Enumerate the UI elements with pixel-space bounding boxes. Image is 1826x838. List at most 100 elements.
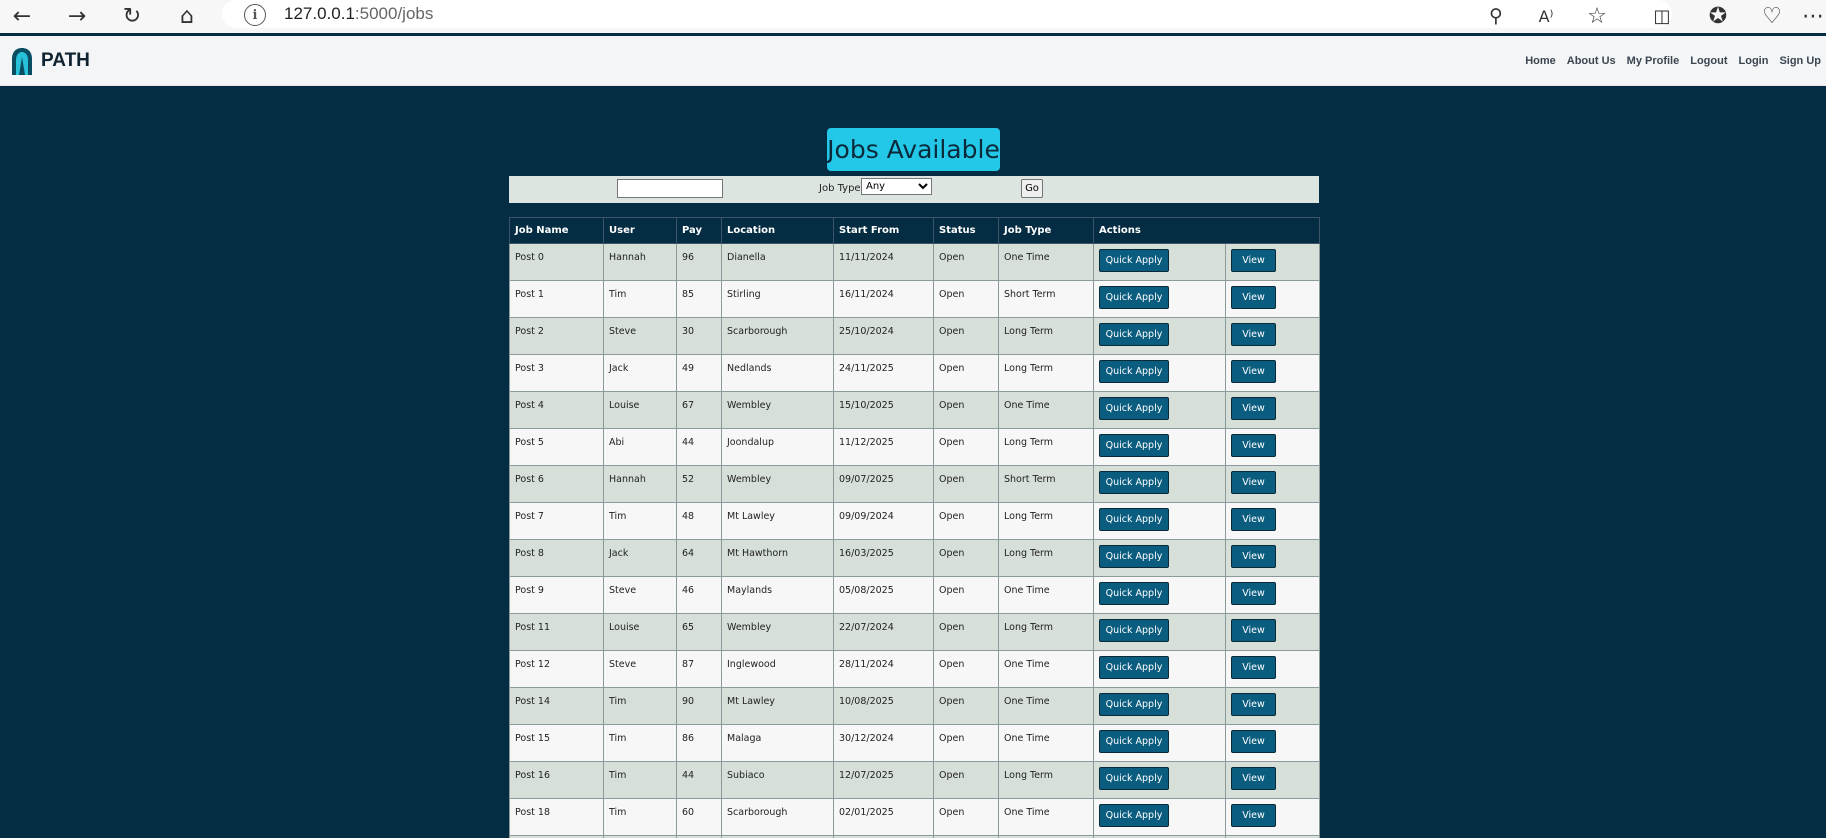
job-type-select[interactable]: Any — [861, 178, 932, 195]
cell-pay: 64 — [676, 539, 722, 577]
quick-apply-button[interactable]: Quick Apply — [1099, 582, 1169, 605]
quick-apply-button[interactable]: Quick Apply — [1099, 545, 1169, 568]
view-button[interactable]: View — [1231, 693, 1276, 716]
back-icon[interactable]: ← — [8, 2, 36, 30]
view-button[interactable]: View — [1231, 397, 1276, 420]
view-button[interactable]: View — [1231, 730, 1276, 753]
view-button[interactable]: View — [1231, 804, 1276, 827]
view-button[interactable]: View — [1231, 767, 1276, 790]
nav-login-link[interactable]: Login — [1739, 55, 1769, 67]
cell-job-type: Long Term — [998, 539, 1094, 577]
cell-view: View — [1224, 354, 1321, 392]
forward-icon[interactable]: → — [63, 2, 91, 30]
cell-location: Wembley — [721, 465, 834, 503]
cell-user: Hannah — [603, 243, 677, 281]
cell-location: Wembley — [721, 613, 834, 651]
cell-location: Maylands — [721, 576, 834, 614]
cell-view: View — [1224, 761, 1321, 799]
address-bar[interactable] — [222, 0, 1672, 28]
view-button[interactable]: View — [1231, 656, 1276, 679]
favorite-star-icon[interactable]: ☆ — [1583, 2, 1611, 30]
cell-location: Mt Lawley — [721, 502, 834, 540]
cell-status: Open — [933, 354, 999, 392]
cell-location: Nedlands — [721, 354, 834, 392]
home-icon[interactable]: ⌂ — [173, 2, 201, 30]
split-screen-icon[interactable]: ◫ — [1648, 2, 1676, 30]
nav-logout-link[interactable]: Logout — [1690, 55, 1727, 67]
quick-apply-button[interactable]: Quick Apply — [1099, 286, 1169, 309]
quick-apply-button[interactable]: Quick Apply — [1099, 619, 1169, 642]
view-button[interactable]: View — [1231, 249, 1276, 272]
quick-apply-button[interactable]: Quick Apply — [1099, 804, 1169, 827]
quick-apply-button[interactable]: Quick Apply — [1099, 397, 1169, 420]
cell-job-type: One Time — [998, 243, 1094, 281]
cell-job-type: Short Term — [998, 465, 1094, 503]
cell-user: Tim — [603, 280, 677, 318]
quick-apply-button[interactable]: Quick Apply — [1099, 730, 1169, 753]
brand-name[interactable]: PATH — [41, 50, 90, 72]
table-row: Post 7 Tim 48 Mt Lawley 09/09/2024 Open Long T… — [509, 502, 1321, 540]
cell-status: Open — [933, 317, 999, 355]
cell-location: Subiaco — [721, 761, 834, 799]
nav-profile-link[interactable]: My Profile — [1627, 55, 1680, 67]
search-input[interactable] — [617, 179, 723, 198]
jobs-table: Job Name User Pay Location Start From St… — [509, 217, 1321, 838]
quick-apply-button[interactable]: Quick Apply — [1099, 360, 1169, 383]
view-button[interactable]: View — [1231, 545, 1276, 568]
cell-user: Hannah — [603, 465, 677, 503]
cell-location: Inglewood — [721, 650, 834, 688]
more-menu-icon[interactable]: ⋯ — [1802, 2, 1824, 30]
view-button[interactable]: View — [1231, 323, 1276, 346]
view-button[interactable]: View — [1231, 286, 1276, 309]
cell-job-type: Short Term — [998, 280, 1094, 318]
url-text[interactable]: 127.0.0.1:5000/jobs — [284, 4, 433, 24]
cell-location: Malaga — [721, 724, 834, 762]
nav-about-link[interactable]: About Us — [1567, 55, 1616, 67]
site-info-icon[interactable]: i — [244, 4, 266, 26]
cell-job-type: One Time — [998, 798, 1094, 836]
favorites-icon[interactable]: ✪ — [1704, 2, 1732, 30]
cell-status: Open — [933, 687, 999, 725]
cell-location: Scarborough — [721, 798, 834, 836]
nav-home-link[interactable]: Home — [1525, 55, 1556, 67]
header-user: User — [603, 217, 677, 244]
cell-status: Open — [933, 539, 999, 577]
cell-start-from: 16/03/2025 — [833, 539, 934, 577]
view-button[interactable]: View — [1231, 434, 1276, 457]
quick-apply-button[interactable]: Quick Apply — [1099, 693, 1169, 716]
header-status: Status — [933, 217, 999, 244]
cell-start-from: 25/10/2024 — [833, 317, 934, 355]
quick-apply-button[interactable]: Quick Apply — [1099, 471, 1169, 494]
refresh-icon[interactable]: ↻ — [118, 2, 146, 30]
cell-status: Open — [933, 576, 999, 614]
path-logo-icon[interactable] — [11, 47, 33, 76]
view-button[interactable]: View — [1231, 582, 1276, 605]
cell-job-name: Post 7 — [509, 502, 604, 540]
browser-essentials-icon[interactable]: ♡ — [1758, 2, 1786, 30]
quick-apply-button[interactable]: Quick Apply — [1099, 656, 1169, 679]
table-row: Post 8 Jack 64 Mt Hawthorn 16/03/2025 Open Lon… — [509, 539, 1321, 577]
nav-signup-link[interactable]: Sign Up — [1779, 55, 1821, 67]
view-button[interactable]: View — [1231, 619, 1276, 642]
quick-apply-button[interactable]: Quick Apply — [1099, 323, 1169, 346]
go-button[interactable]: Go — [1021, 179, 1043, 198]
quick-apply-button[interactable]: Quick Apply — [1099, 508, 1169, 531]
cell-job-type: Long Term — [998, 761, 1094, 799]
cell-job-type: Long Term — [998, 613, 1094, 651]
view-button[interactable]: View — [1231, 360, 1276, 383]
cell-view: View — [1224, 391, 1321, 429]
read-aloud-icon[interactable]: A⁾ — [1532, 2, 1560, 30]
cell-view: View — [1224, 428, 1321, 466]
view-button[interactable]: View — [1231, 508, 1276, 531]
quick-apply-button[interactable]: Quick Apply — [1099, 434, 1169, 457]
quick-apply-button[interactable]: Quick Apply — [1099, 767, 1169, 790]
cell-user: Tim — [603, 798, 677, 836]
cell-view: View — [1224, 317, 1321, 355]
cell-job-type: One Time — [998, 650, 1094, 688]
cell-user: Jack — [603, 354, 677, 392]
view-button[interactable]: View — [1231, 471, 1276, 494]
url-host: 127.0.0.1 — [284, 4, 355, 23]
zoom-out-icon[interactable]: ⚲ — [1482, 2, 1510, 30]
quick-apply-button[interactable]: Quick Apply — [1099, 249, 1169, 272]
cell-pay: 52 — [676, 465, 722, 503]
